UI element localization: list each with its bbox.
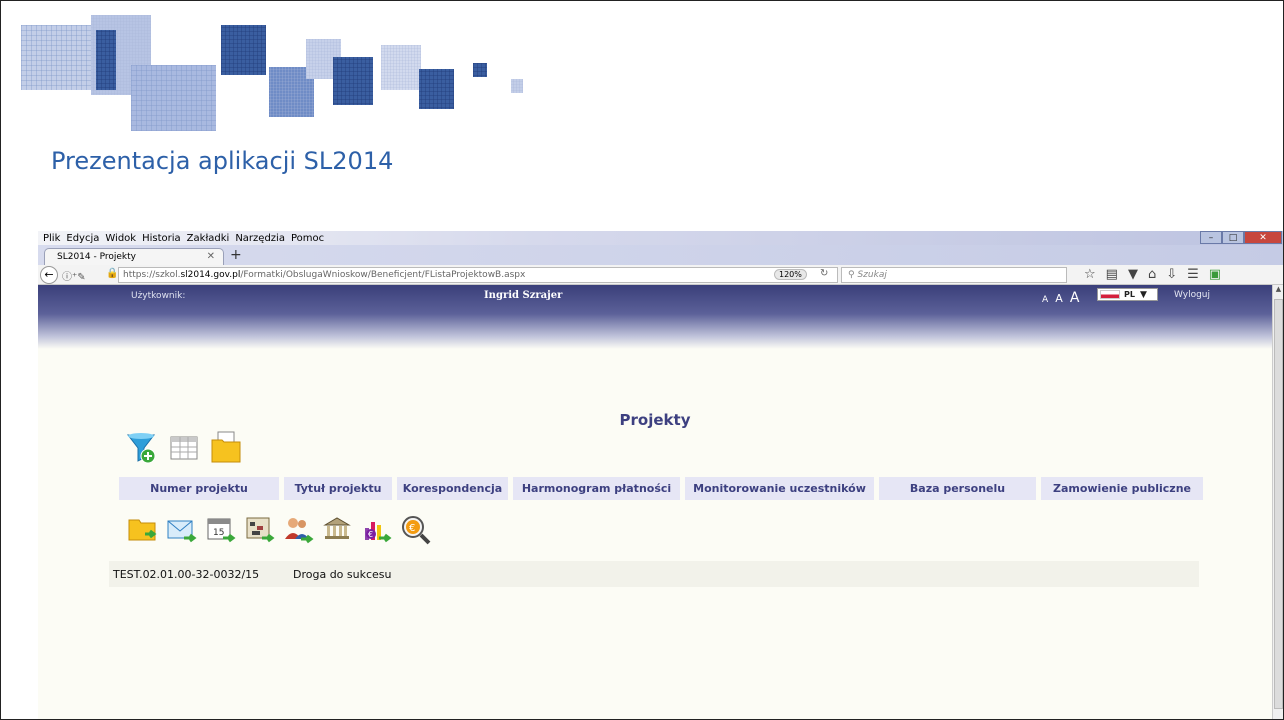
decorative-pattern (21, 15, 523, 131)
column-header-baza[interactable]: Baza personelu (879, 477, 1036, 500)
column-header-zamowienie[interactable]: Zamowienie publiczne (1041, 477, 1203, 500)
menu-zakladki[interactable]: Zakładki (187, 233, 230, 244)
page-title: Projekty (619, 411, 691, 429)
vertical-scrollbar[interactable]: ▲ (1272, 285, 1283, 719)
column-header-monitorowanie[interactable]: Monitorowanie uczestników (685, 477, 874, 500)
project-title-cell[interactable]: Droga do sukcesu (293, 568, 392, 581)
search-placeholder: Szukaj (857, 270, 887, 280)
column-headers: Numer projektu Tytuł projektu Koresponde… (119, 477, 1203, 500)
url-path: /Formatki/ObslugaWnioskow/Beneficjent/FL… (240, 270, 526, 280)
table-icon[interactable] (168, 431, 200, 465)
language-select[interactable]: PL ▼ (1097, 288, 1158, 301)
table-row[interactable]: TEST.02.01.00-32-0032/15 Droga do sukces… (109, 561, 1199, 587)
menu-bar: Plik Edycja Widok Historia Zakładki Narz… (38, 231, 1283, 245)
bank-icon[interactable] (322, 514, 354, 546)
site-info-icon[interactable]: ⓘ⁺✎ (62, 268, 86, 283)
url-domain: sl2014.gov.pl (180, 270, 241, 280)
chevron-down-icon: ▼ (1139, 289, 1147, 300)
search-input[interactable]: ⚲ Szukaj (841, 267, 1067, 283)
tab-bar: SL2014 - Projekty ✕ + (38, 245, 1283, 265)
navigation-bar: ← ⓘ⁺✎ 🔒 https://szkol.sl2014.gov.pl/Form… (38, 265, 1283, 285)
language-value: PL (1124, 290, 1135, 299)
column-header-korespondencja[interactable]: Korespondencja (397, 477, 508, 500)
lock-icon: 🔒 (106, 268, 119, 279)
tab-title: SL2014 - Projekty (57, 252, 136, 262)
participants-icon[interactable] (283, 514, 315, 546)
reading-list-icon[interactable]: ▤ (1106, 267, 1118, 282)
folder-documents-icon[interactable] (210, 431, 242, 465)
menu-plik[interactable]: Plik (43, 233, 60, 244)
home-icon[interactable]: ⌂ (1148, 267, 1156, 282)
finance-chart-icon[interactable]: € (361, 514, 393, 546)
project-number-cell[interactable]: TEST.02.01.00-32-0032/15 (113, 568, 293, 581)
toolbar-icons: ☆ ▤ ▼ ⌂ ⇩ ☰ ▣ (1084, 267, 1221, 282)
web-page: Użytkownik: Ingrid Szrajer A A A PL ▼ Wy… (38, 285, 1272, 719)
app-header: Użytkownik: Ingrid Szrajer A A A PL ▼ Wy… (38, 285, 1272, 349)
menu-edycja[interactable]: Edycja (66, 233, 99, 244)
column-header-numer[interactable]: Numer projektu (119, 477, 279, 500)
tab-close-icon[interactable]: ✕ (207, 251, 215, 262)
menu-narzedzia[interactable]: Narzędzia (235, 233, 285, 244)
pocket-icon[interactable]: ▼ (1128, 267, 1138, 282)
filter-add-icon[interactable] (126, 431, 158, 465)
logout-link[interactable]: Wyloguj (1174, 290, 1210, 300)
browser-tab[interactable]: SL2014 - Projekty ✕ (44, 248, 224, 265)
mail-icon[interactable] (166, 514, 198, 546)
polish-flag-icon (1100, 290, 1120, 299)
font-size-small[interactable]: A (1042, 295, 1048, 305)
search-icon: ⚲ (848, 270, 855, 280)
user-name: Ingrid Szrajer (484, 290, 563, 301)
minimize-button[interactable]: – (1200, 231, 1222, 244)
font-size-large[interactable]: A (1070, 290, 1080, 306)
action-icons: 15 € € (127, 514, 432, 546)
schedule-chart-icon[interactable] (244, 514, 276, 546)
browser-window: Plik Edycja Widok Historia Zakładki Narz… (38, 231, 1283, 719)
new-tab-icon[interactable]: + (230, 247, 242, 263)
presentation-slide: Prezentacja aplikacji SL2014 Plik Edycja… (0, 0, 1284, 720)
reload-icon[interactable]: ↻ (820, 268, 828, 279)
menu-pomoc[interactable]: Pomoc (291, 233, 324, 244)
hamburger-menu-icon[interactable]: ☰ (1187, 267, 1199, 282)
slide-title: Prezentacja aplikacji SL2014 (51, 147, 394, 175)
svg-text:15: 15 (213, 528, 224, 538)
menu-widok[interactable]: Widok (105, 233, 136, 244)
tool-icons (126, 431, 242, 465)
open-folder-icon[interactable] (127, 514, 159, 546)
close-window-button[interactable]: ✕ (1244, 231, 1282, 244)
column-header-harmonogram[interactable]: Harmonogram płatności (513, 477, 680, 500)
addon-icon[interactable]: ▣ (1209, 267, 1221, 282)
url-bar[interactable]: https://szkol.sl2014.gov.pl/Formatki/Obs… (118, 267, 838, 283)
scroll-thumb[interactable] (1274, 299, 1283, 709)
calendar-icon[interactable]: 15 (205, 514, 237, 546)
window-controls: – □ ✕ (1200, 231, 1282, 244)
font-size-selector: A A A (1042, 287, 1081, 306)
bookmark-star-icon[interactable]: ☆ (1084, 267, 1096, 282)
font-size-medium[interactable]: A (1055, 292, 1063, 305)
zoom-indicator[interactable]: 120% (774, 269, 807, 280)
euro-search-icon[interactable]: € (400, 514, 432, 546)
url-prefix: https://szkol. (123, 270, 181, 280)
maximize-button[interactable]: □ (1222, 231, 1244, 244)
download-icon[interactable]: ⇩ (1166, 267, 1177, 282)
column-header-tytul[interactable]: Tytuł projektu (284, 477, 392, 500)
svg-text:€: € (409, 523, 415, 534)
menu-historia[interactable]: Historia (142, 233, 181, 244)
user-label: Użytkownik: (131, 291, 186, 301)
back-icon[interactable]: ← (40, 266, 58, 284)
scroll-up-icon[interactable]: ▲ (1273, 285, 1283, 293)
svg-text:€: € (368, 530, 373, 539)
